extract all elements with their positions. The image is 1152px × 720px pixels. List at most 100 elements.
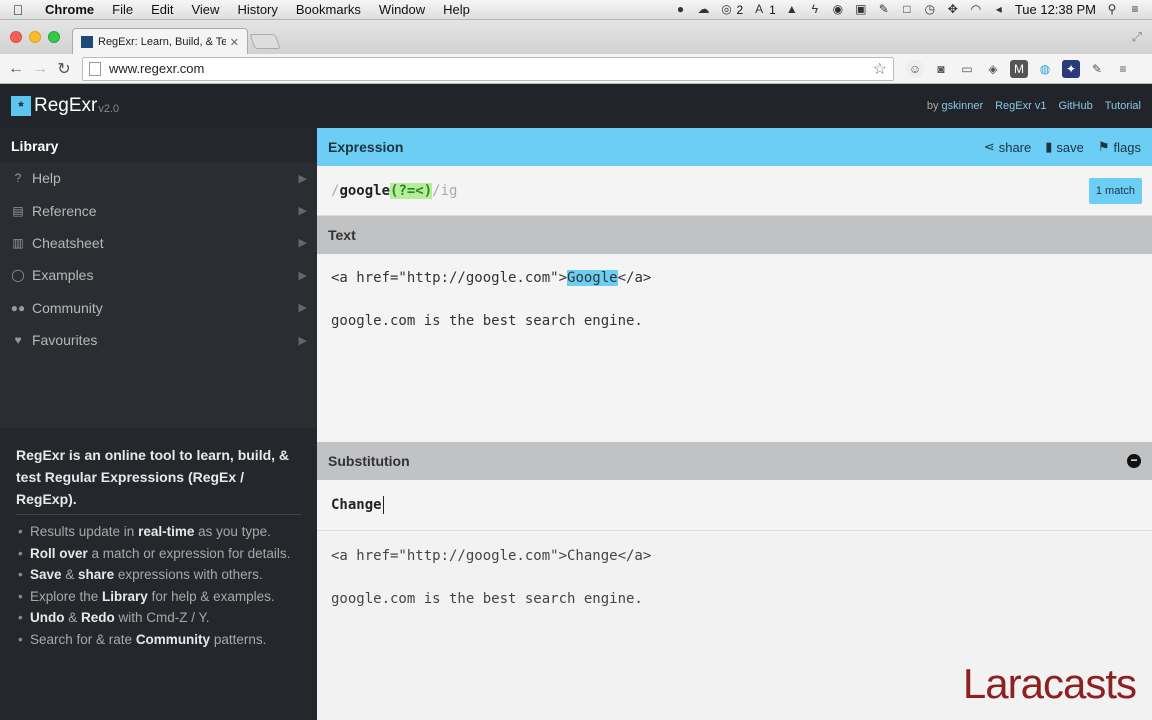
substitution-header: Substitution − [317, 442, 1152, 480]
fullscreen-icon[interactable]: ⤢ [1132, 29, 1142, 45]
address-bar[interactable]: www.regexr.com ☆ [82, 56, 894, 81]
search-icon[interactable]: ⚲ [1105, 3, 1119, 16]
bookmark-icon: ▮ [1045, 139, 1053, 154]
sidebar-item-help[interactable]: ? Help ▶ [0, 162, 317, 194]
adobe-icon[interactable]: A [752, 3, 766, 16]
close-window-button[interactable] [10, 31, 22, 43]
page-icon [89, 61, 101, 76]
menu-app-name[interactable]: Chrome [36, 2, 103, 17]
regexr-v1-link[interactable]: RegExr v1 [995, 100, 1046, 112]
flags-button[interactable]: ⚑ flags [1098, 139, 1141, 155]
menu-bookmarks[interactable]: Bookmarks [287, 2, 370, 17]
flag-icon: ⚑ [1097, 139, 1110, 154]
cast-icon[interactable]: ▭ [958, 60, 976, 78]
window-icon[interactable]: □ [900, 3, 914, 16]
extension-puzzle-icon[interactable]: ✦ [1062, 59, 1080, 78]
github-link[interactable]: GitHub [1058, 100, 1092, 112]
move-icon[interactable]: ✥ [946, 3, 960, 16]
chevron-right-icon: ▶ [298, 205, 307, 218]
sidebar-item-examples[interactable]: ◯ Examples ▶ [0, 259, 317, 291]
bolt-icon[interactable]: ϟ [808, 3, 822, 16]
sync-count: 2 [736, 2, 744, 17]
sidebar-item-community[interactable]: ●● Community ▶ [0, 292, 317, 324]
chevron-right-icon: ▶ [298, 237, 307, 250]
back-arrow-icon[interactable]: ← [4, 60, 28, 78]
regexr-logo[interactable]: * RegExr v2.0 [11, 95, 119, 117]
url-text[interactable]: www.regexr.com [109, 61, 873, 76]
tip-item: Undo & Redo with Cmd-Z / Y. [16, 607, 301, 629]
substitution-input[interactable]: Change [317, 480, 1152, 531]
expression-open-slash: / [331, 182, 340, 199]
apple-icon[interactable]:  [0, 2, 36, 18]
text-input[interactable]: <a href="http://google.com">Google</a> g… [317, 254, 1152, 442]
users-icon: ●● [10, 300, 26, 315]
expression-lookahead: (?=<) [390, 182, 433, 199]
expression-input[interactable]: / google (?=<)/ig 1 match [317, 166, 1152, 216]
clock[interactable]: Tue 12:38 PM [1015, 2, 1096, 17]
sidebar-item-reference[interactable]: ▤ Reference ▶ [0, 194, 317, 226]
text-line: google.com is the best search engine. [331, 313, 643, 329]
camera-icon[interactable]: ▣ [854, 3, 868, 16]
tip-item: Explore the Library for help & examples. [16, 586, 301, 608]
match-count-badge: 1 match [1088, 177, 1142, 204]
reload-icon[interactable]: ↻ [52, 59, 76, 79]
tutorial-link[interactable]: Tutorial [1105, 100, 1141, 112]
sidebar-item-label: Examples [32, 267, 94, 284]
cloud-icon[interactable]: ☁ [696, 3, 710, 16]
logo-version: v2.0 [98, 103, 120, 115]
menu-history[interactable]: History [228, 2, 286, 17]
browser-tab-strip: RegExr: Learn, Build, & Test ✕ ⤢ [0, 20, 1152, 55]
tip-item: Search for & rate Community patterns. [16, 629, 301, 651]
text-title: Text [328, 227, 356, 243]
sync-icon[interactable]: ◎ [719, 3, 733, 16]
menu-help[interactable]: Help [434, 2, 479, 17]
tip-item: Save & share expressions with others. [16, 564, 301, 586]
volume-icon[interactable]: ◂ [992, 3, 1006, 16]
save-button[interactable]: ▮ save [1045, 139, 1084, 155]
menu-file[interactable]: File [103, 2, 142, 17]
author-prefix: by [926, 100, 939, 112]
extension-face-icon[interactable]: ☺ [906, 59, 924, 78]
sidebar-item-cheatsheet[interactable]: ▥ Cheatsheet ▶ [0, 227, 317, 259]
match-highlight[interactable]: Google [567, 270, 618, 286]
expression-literal: google [339, 182, 391, 199]
menu-window[interactable]: Window [370, 2, 434, 17]
close-tab-icon[interactable]: ✕ [230, 36, 239, 49]
menu-edit[interactable]: Edit [142, 2, 182, 17]
share-button[interactable]: ⋖ share [984, 139, 1031, 155]
elephant-icon[interactable]: ◉ [831, 3, 845, 16]
extension-m-icon[interactable]: M [1010, 59, 1028, 78]
expression-header: Expression ⋖ share ▮ save ⚑ flags [317, 128, 1152, 166]
clipboard-icon: ▥ [12, 235, 24, 250]
wifi-icon[interactable]: ◠ [969, 3, 983, 16]
about-lead: RegExr is an online tool to learn, build… [16, 444, 301, 515]
alert-icon[interactable]: ● [673, 3, 687, 16]
wrench-icon[interactable]: ✎ [877, 3, 891, 16]
list-icon[interactable]: ≡ [1128, 3, 1142, 16]
extension-camera-icon[interactable]: ◙ [932, 60, 950, 78]
zoom-window-button[interactable] [48, 31, 60, 43]
extension-globe-icon[interactable]: ◍ [1036, 60, 1054, 78]
time-machine-icon[interactable]: ◷ [923, 3, 937, 16]
author-link[interactable]: gskinner [942, 100, 984, 112]
forward-arrow-icon[interactable]: → [28, 60, 52, 78]
chevron-right-icon: ▶ [298, 334, 307, 347]
minimize-window-button[interactable] [29, 31, 41, 43]
substitution-title: Substitution [328, 453, 410, 469]
main-panel: Expression ⋖ share ▮ save ⚑ flags / google (?… [317, 128, 1152, 720]
collapse-minus-icon[interactable]: − [1127, 454, 1141, 468]
share-icon: ⋖ [983, 139, 995, 154]
menu-view[interactable]: View [182, 2, 228, 17]
browser-tab[interactable]: RegExr: Learn, Build, & Test ✕ [72, 28, 248, 55]
settings-wrench-icon[interactable]: ✎ [1088, 60, 1106, 78]
chrome-menu-icon[interactable]: ≡ [1114, 60, 1132, 78]
new-tab-button[interactable] [249, 34, 281, 49]
hat-icon[interactable]: ▲ [785, 3, 799, 16]
substitution-value: Change [331, 497, 382, 513]
sidebar-item-label: Reference [32, 202, 97, 219]
extension-shield-icon[interactable]: ◈ [984, 60, 1002, 78]
bookmark-star-icon[interactable]: ☆ [873, 59, 887, 79]
tip-item: Roll over a match or expression for deta… [16, 543, 301, 565]
library-title: Library [0, 128, 317, 162]
sidebar-item-favourites[interactable]: ♥ Favourites ▶ [0, 324, 317, 356]
